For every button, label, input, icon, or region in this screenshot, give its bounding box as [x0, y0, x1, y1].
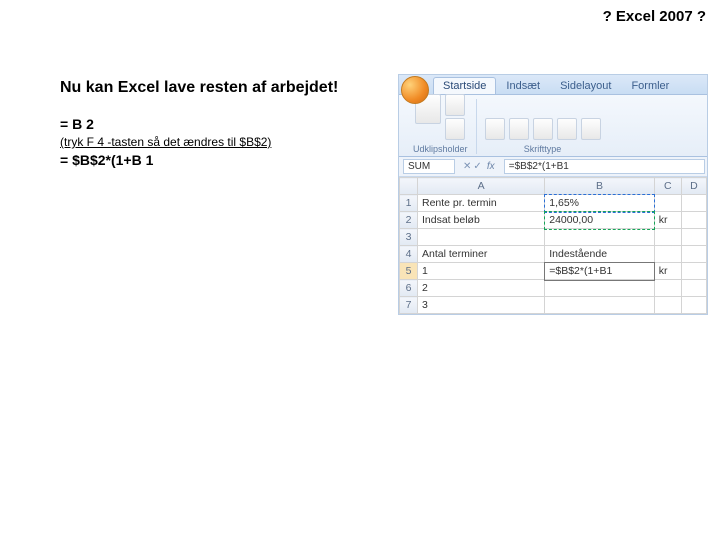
formula-input[interactable]: =$B$2*(1+B1: [504, 159, 705, 174]
cell[interactable]: [654, 297, 681, 314]
cell[interactable]: [681, 212, 706, 229]
formula-step-2: = $B$2*(1+B 1: [60, 152, 380, 168]
formula-step-1: = B 2: [60, 116, 380, 132]
cancel-icon[interactable]: ✕: [463, 161, 471, 172]
formula-bar: SUM ✕ ✓ fx =$B$2*(1+B1: [399, 157, 707, 177]
cell[interactable]: [681, 229, 706, 246]
row-header[interactable]: 7: [400, 297, 418, 314]
name-box[interactable]: SUM: [403, 159, 455, 174]
enter-icon[interactable]: ✓: [473, 161, 481, 172]
ribbon-tabs: Startside Indsæt Sidelayout Formler: [399, 75, 707, 95]
select-all-corner[interactable]: [400, 178, 418, 195]
copy-icon[interactable]: [445, 118, 465, 140]
f4-hint: (tryk F 4 -tasten så det ændres til $B$2…: [60, 135, 380, 149]
column-header-row: A B C D: [400, 178, 707, 195]
table-row: 3: [400, 229, 707, 246]
row-header[interactable]: 3: [400, 229, 418, 246]
bold-icon[interactable]: [485, 118, 505, 140]
row-header[interactable]: 6: [400, 280, 418, 297]
cell[interactable]: Antal terminer: [418, 246, 545, 263]
italic-icon[interactable]: [509, 118, 529, 140]
cell[interactable]: [681, 280, 706, 297]
cell[interactable]: 3: [418, 297, 545, 314]
cell[interactable]: [654, 229, 681, 246]
table-row: 7 3: [400, 297, 707, 314]
ribbon-group-label: Skrifttype: [524, 144, 562, 154]
cell[interactable]: kr: [654, 212, 681, 229]
cell[interactable]: [545, 297, 655, 314]
cell[interactable]: 1,65%: [545, 195, 655, 212]
table-row: 4 Antal terminer Indestående: [400, 246, 707, 263]
fill-color-icon[interactable]: [557, 118, 577, 140]
row-header[interactable]: 1: [400, 195, 418, 212]
spreadsheet-grid[interactable]: A B C D 1 Rente pr. termin 1,65% 2 Indsa…: [399, 177, 707, 314]
cell[interactable]: [654, 280, 681, 297]
office-button-icon[interactable]: [401, 76, 429, 104]
cell[interactable]: 2: [418, 280, 545, 297]
cell[interactable]: [545, 229, 655, 246]
table-row: 6 2: [400, 280, 707, 297]
cell[interactable]: [654, 195, 681, 212]
col-header-b[interactable]: B: [545, 178, 655, 195]
tab-indsaet[interactable]: Indsæt: [496, 77, 550, 94]
col-header-a[interactable]: A: [418, 178, 545, 195]
col-header-d[interactable]: D: [681, 178, 706, 195]
table-row: 1 Rente pr. termin 1,65%: [400, 195, 707, 212]
cell[interactable]: Indsat beløb: [418, 212, 545, 229]
ribbon-group-label: Udklipsholder: [413, 144, 468, 154]
cell[interactable]: kr: [654, 263, 681, 280]
fx-icon[interactable]: fx: [484, 161, 498, 172]
page-title: ? Excel 2007 ?: [603, 8, 706, 25]
cell[interactable]: [681, 297, 706, 314]
row-header[interactable]: 4: [400, 246, 418, 263]
underline-icon[interactable]: [533, 118, 553, 140]
col-header-c[interactable]: C: [654, 178, 681, 195]
cell[interactable]: 24000,00: [545, 212, 655, 229]
cell[interactable]: [418, 229, 545, 246]
cut-icon[interactable]: [445, 94, 465, 116]
ribbon-body: Udklipsholder Skrifttype: [399, 95, 707, 157]
table-row: 5 1 =$B$2*(1+B1 kr: [400, 263, 707, 280]
row-header[interactable]: 2: [400, 212, 418, 229]
cell[interactable]: [681, 246, 706, 263]
instruction-panel: Nu kan Excel lave resten af arbejdet! = …: [60, 78, 380, 168]
cell[interactable]: [545, 280, 655, 297]
cell[interactable]: Indestående: [545, 246, 655, 263]
tab-startside[interactable]: Startside: [433, 77, 496, 94]
tab-sidelayout[interactable]: Sidelayout: [550, 77, 621, 94]
row-header[interactable]: 5: [400, 263, 418, 280]
cell[interactable]: [681, 195, 706, 212]
ribbon-group-clipboard: Udklipsholder: [405, 99, 477, 154]
table-row: 2 Indsat beløb 24000,00 kr: [400, 212, 707, 229]
cell[interactable]: [654, 246, 681, 263]
cell-editing[interactable]: =$B$2*(1+B1: [545, 263, 655, 280]
instruction-heading: Nu kan Excel lave resten af arbejdet!: [60, 78, 380, 98]
excel-window: Startside Indsæt Sidelayout Formler Udkl…: [398, 74, 708, 315]
cell[interactable]: Rente pr. termin: [418, 195, 545, 212]
cell[interactable]: 1: [418, 263, 545, 280]
ribbon-group-font: Skrifttype: [477, 99, 609, 154]
cell[interactable]: [681, 263, 706, 280]
font-color-icon[interactable]: [581, 118, 601, 140]
formula-bar-controls: ✕ ✓ fx: [459, 161, 502, 172]
tab-formler[interactable]: Formler: [621, 77, 679, 94]
